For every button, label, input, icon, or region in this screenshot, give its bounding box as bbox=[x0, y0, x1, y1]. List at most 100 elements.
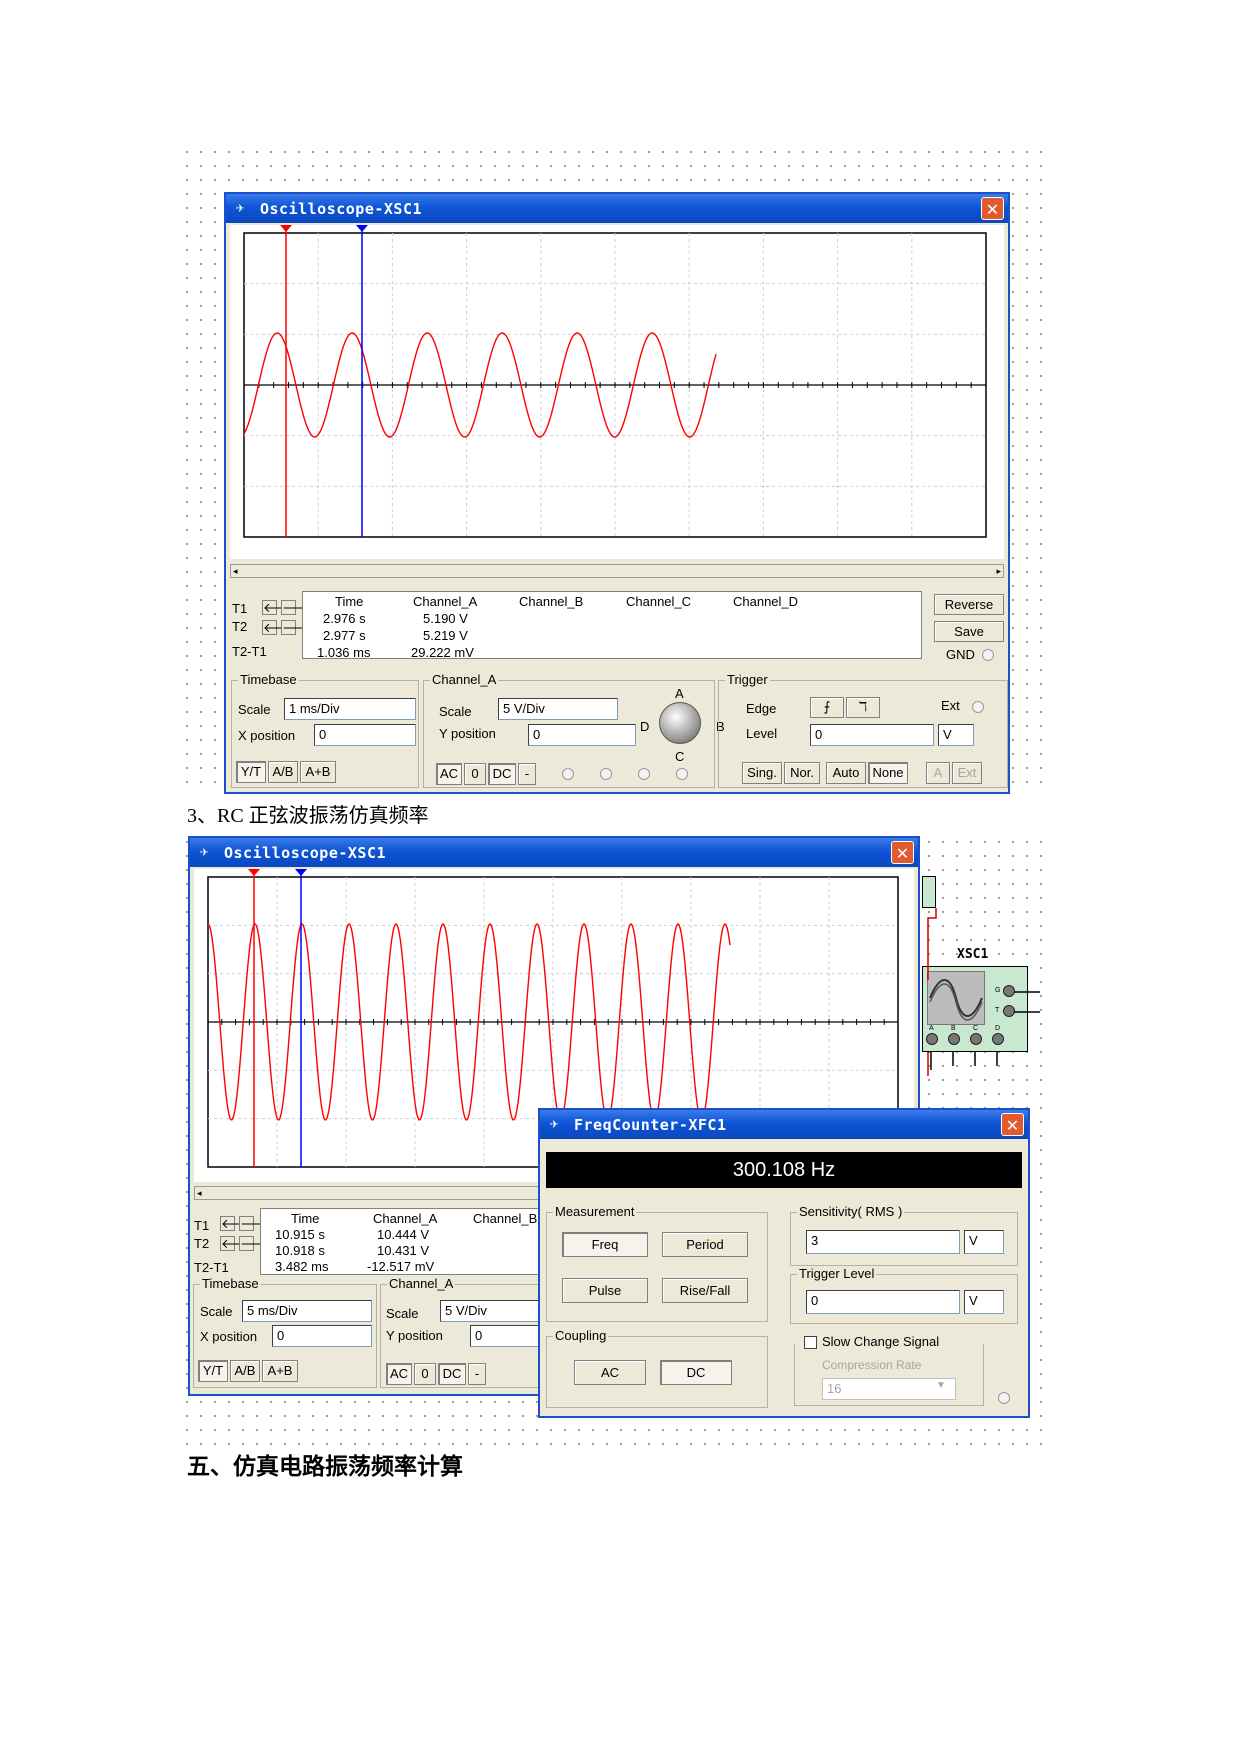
section-5-heading: 五、仿真电路振荡频率计算 bbox=[187, 1454, 463, 1479]
t2-right-arrow-icon[interactable]: 🡒 bbox=[239, 1236, 275, 1252]
titlebar[interactable]: ✈ Oscilloscope-XSC1 ✕ bbox=[190, 838, 918, 867]
sensitivity-input[interactable]: 3 bbox=[806, 1230, 960, 1254]
dropdown-arrow-icon[interactable]: ▼ bbox=[936, 1380, 946, 1391]
minus-button[interactable]: - bbox=[468, 1363, 486, 1385]
cursor-t2-marker-icon bbox=[356, 225, 368, 232]
scope-plot bbox=[243, 225, 987, 538]
reverse-button[interactable]: Reverse bbox=[934, 594, 1004, 615]
aplusb-mode-button[interactable]: A+B bbox=[300, 761, 336, 783]
freq-button[interactable]: Freq bbox=[562, 1232, 648, 1257]
level-unit[interactable]: V bbox=[938, 724, 974, 746]
t1-right-arrow-icon[interactable]: 🡒 bbox=[239, 1216, 275, 1232]
t2-left-arrow-icon[interactable]: 🡐 bbox=[262, 620, 298, 636]
trigger-level-input[interactable]: 0 bbox=[806, 1290, 960, 1314]
titlebar[interactable]: ✈ FreqCounter-XFC1 ✕ bbox=[540, 1110, 1028, 1139]
t2t1-time: 3.482 ms bbox=[275, 1259, 329, 1274]
none-button[interactable]: None bbox=[868, 762, 908, 784]
t1-time: 2.976 s bbox=[323, 611, 366, 626]
x-position-input[interactable]: 0 bbox=[314, 724, 416, 746]
t1-right-arrow-icon[interactable]: 🡒 bbox=[281, 600, 317, 616]
trigger-level-unit[interactable]: V bbox=[964, 1290, 1004, 1314]
dc-coupling-button[interactable]: DC bbox=[438, 1363, 466, 1385]
ext-radio[interactable] bbox=[972, 701, 984, 713]
scroll-right-icon[interactable]: ▸ bbox=[996, 565, 1001, 577]
save-button[interactable]: Save bbox=[934, 621, 1004, 642]
aplusb-mode-button[interactable]: A+B bbox=[262, 1360, 298, 1382]
x-position-input[interactable]: 0 bbox=[272, 1325, 372, 1347]
close-button[interactable]: ✕ bbox=[1001, 1113, 1024, 1136]
zero-coupling-button[interactable]: 0 bbox=[414, 1363, 436, 1385]
channel-select-knob[interactable] bbox=[659, 702, 701, 744]
t1-left-arrow-icon[interactable]: 🡐 bbox=[220, 1216, 256, 1232]
scope-screen bbox=[230, 225, 1004, 559]
t1-left-arrow-icon[interactable]: 🡐 bbox=[262, 600, 298, 616]
dc-button[interactable]: DC bbox=[660, 1360, 732, 1385]
scrollbar[interactable]: ◂ ▸ bbox=[230, 564, 1004, 578]
y-position-label: Y position bbox=[386, 1328, 443, 1343]
timebase-scale-input[interactable]: 1 ms/Div bbox=[284, 698, 416, 720]
t2-time: 10.918 s bbox=[275, 1243, 325, 1258]
level-input[interactable]: 0 bbox=[810, 724, 934, 746]
header-time: Time bbox=[335, 594, 364, 609]
rise-fall-button[interactable]: Rise/Fall bbox=[662, 1278, 748, 1303]
t2-left-arrow-icon[interactable]: 🡐 bbox=[220, 1236, 256, 1252]
single-button[interactable]: Sing. bbox=[742, 762, 782, 784]
t2t1-time: 1.036 ms bbox=[317, 645, 371, 660]
window-title: Oscilloscope-XSC1 bbox=[260, 200, 423, 218]
t2t1-label: T2-T1 bbox=[232, 644, 267, 659]
frequency-counter-window: ✈ FreqCounter-XFC1 ✕ 300.108 Hz Measurem… bbox=[538, 1108, 1030, 1418]
sensitivity-label: Sensitivity( RMS ) bbox=[797, 1204, 905, 1219]
header-channel-a: Channel_A bbox=[373, 1211, 438, 1226]
channel-radio-4[interactable] bbox=[676, 768, 688, 780]
app-icon: ✈ bbox=[200, 844, 209, 860]
ac-coupling-button[interactable]: AC bbox=[436, 763, 462, 785]
window-title: Oscilloscope-XSC1 bbox=[224, 844, 387, 862]
falling-edge-icon[interactable]: ℸ bbox=[846, 697, 880, 718]
ab-mode-button[interactable]: A/B bbox=[230, 1360, 260, 1382]
timebase-scale-input[interactable]: 5 ms/Div bbox=[242, 1300, 372, 1322]
source-ext-button[interactable]: Ext bbox=[952, 762, 982, 784]
y-position-label: Y position bbox=[439, 726, 496, 741]
t2t1-channel-a: -12.517 mV bbox=[367, 1259, 435, 1274]
zero-coupling-button[interactable]: 0 bbox=[464, 763, 486, 785]
pulse-button[interactable]: Pulse bbox=[562, 1278, 648, 1303]
t2-right-arrow-icon[interactable]: 🡒 bbox=[281, 620, 317, 636]
t1-channel-a: 10.444 V bbox=[377, 1227, 430, 1242]
channel-scale-input[interactable]: 5 V/Div bbox=[498, 698, 618, 720]
normal-button[interactable]: Nor. bbox=[784, 762, 820, 784]
channel-radio-1[interactable] bbox=[562, 768, 574, 780]
t2-time: 2.977 s bbox=[323, 628, 366, 643]
corner-radio[interactable] bbox=[998, 1392, 1010, 1404]
minus-button[interactable]: - bbox=[518, 763, 536, 785]
ac-button[interactable]: AC bbox=[574, 1360, 646, 1385]
channel-radio-3[interactable] bbox=[638, 768, 650, 780]
t2-label: T2 bbox=[232, 619, 248, 634]
channel-scale-input[interactable]: 5 V/Div bbox=[440, 1300, 544, 1322]
yt-mode-button[interactable]: Y/T bbox=[198, 1360, 228, 1382]
scroll-left-icon[interactable]: ◂ bbox=[197, 1187, 202, 1199]
knob-label-c: C bbox=[675, 749, 685, 764]
scroll-left-icon[interactable]: ◂ bbox=[233, 565, 238, 577]
channel-a-label: Channel_A bbox=[387, 1276, 456, 1291]
gnd-radio[interactable] bbox=[982, 649, 994, 661]
sensitivity-unit[interactable]: V bbox=[964, 1230, 1004, 1254]
y-position-input[interactable]: 0 bbox=[470, 1325, 544, 1347]
t2-channel-a: 10.431 V bbox=[377, 1243, 430, 1258]
ac-coupling-button[interactable]: AC bbox=[386, 1363, 412, 1385]
t1-time: 10.915 s bbox=[275, 1227, 325, 1242]
rising-edge-icon[interactable]: ⨍ bbox=[810, 697, 844, 718]
period-button[interactable]: Period bbox=[662, 1232, 748, 1257]
t2-channel-a: 5.219 V bbox=[423, 628, 468, 643]
y-position-input[interactable]: 0 bbox=[528, 724, 636, 746]
close-button[interactable]: ✕ bbox=[981, 197, 1004, 220]
titlebar[interactable]: ✈ Oscilloscope-XSC1 ✕ bbox=[226, 194, 1008, 223]
t2-label: T2 bbox=[194, 1236, 210, 1251]
source-a-button[interactable]: A bbox=[926, 762, 950, 784]
dc-coupling-button[interactable]: DC bbox=[488, 763, 516, 785]
yt-mode-button[interactable]: Y/T bbox=[236, 761, 266, 783]
close-button[interactable]: ✕ bbox=[891, 841, 914, 864]
channel-radio-2[interactable] bbox=[600, 768, 612, 780]
auto-button[interactable]: Auto bbox=[826, 762, 866, 784]
ab-mode-button[interactable]: A/B bbox=[268, 761, 298, 783]
knob-label-d: D bbox=[640, 719, 650, 734]
